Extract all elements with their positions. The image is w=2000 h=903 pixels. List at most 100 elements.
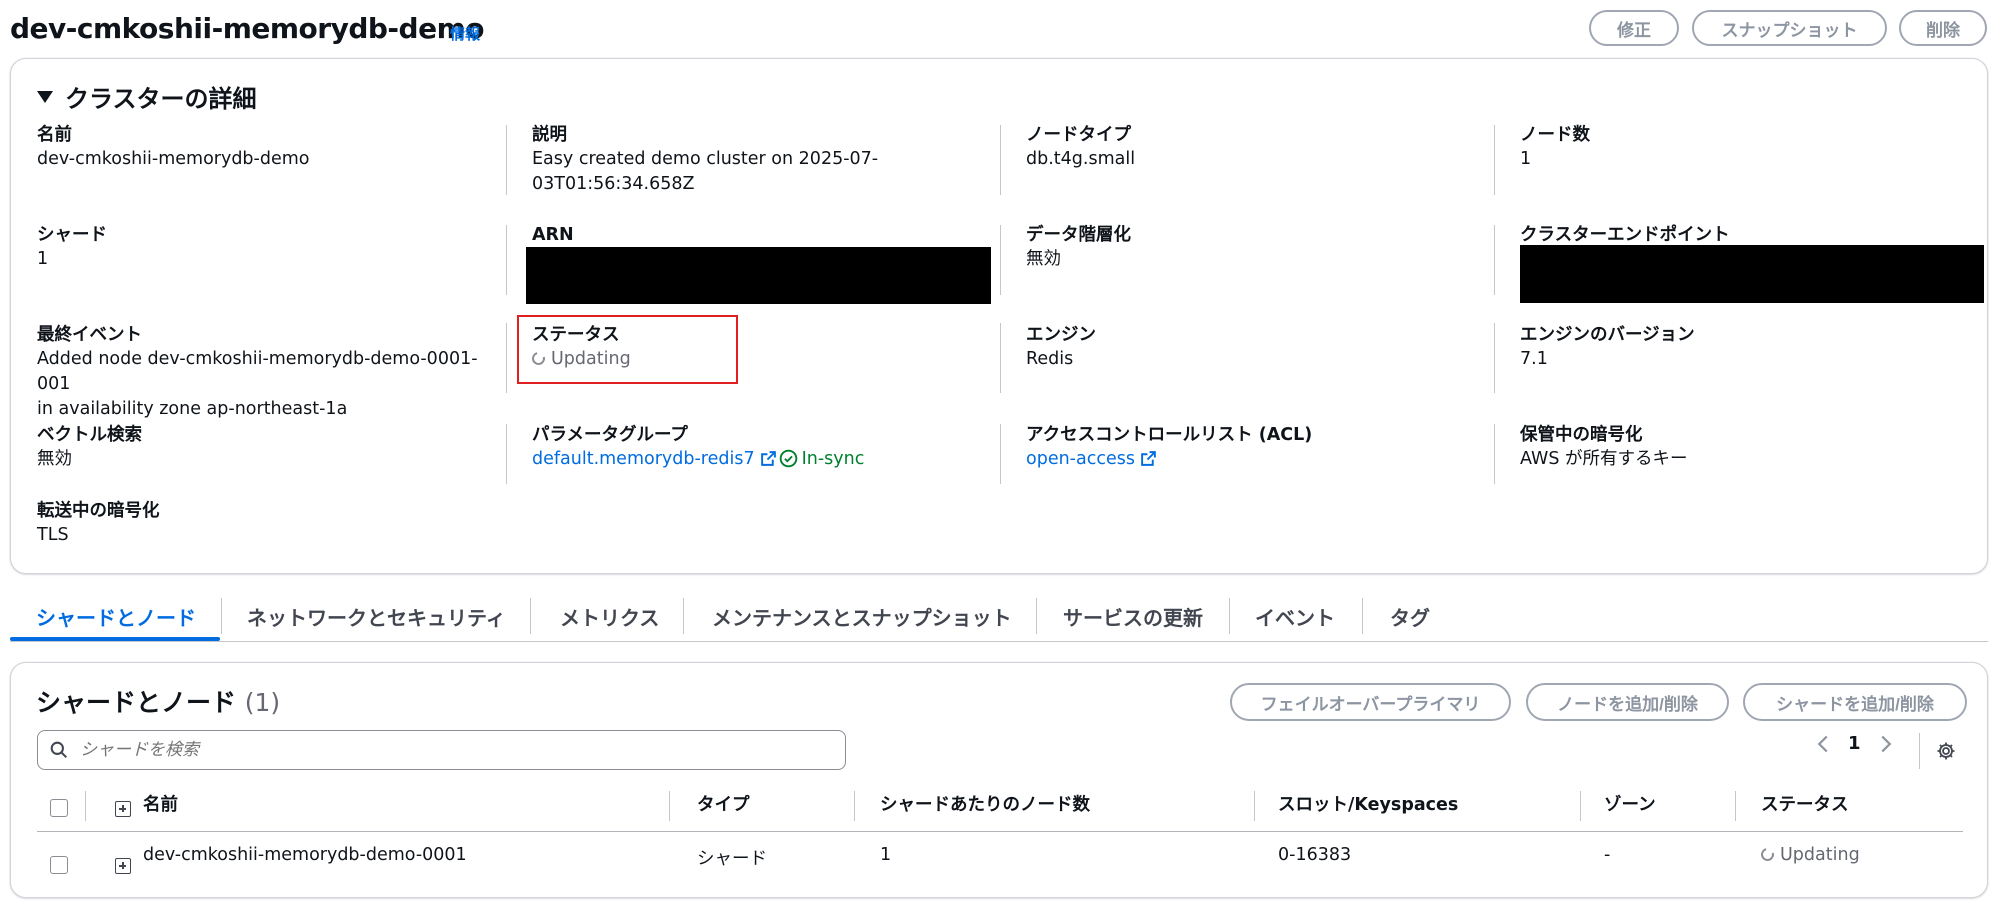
row-slots: 0-16383 (1278, 845, 1352, 865)
tab-maintenance-snapshots[interactable]: メンテナンスとスナップショット (712, 590, 1012, 642)
tab-tags[interactable]: タグ (1390, 590, 1430, 642)
failover-primary-button[interactable]: フェイルオーバープライマリ (1230, 683, 1511, 721)
field-label: エンジンのバージョン (1520, 325, 1695, 345)
data-tiering-value: 無効 (1026, 249, 1061, 269)
snapshot-button[interactable]: スナップショット (1692, 10, 1887, 46)
row-nodes-per-shard: 1 (880, 845, 892, 865)
modify-button[interactable]: 修正 (1589, 10, 1679, 46)
tab-service-updates[interactable]: サービスの更新 (1063, 590, 1203, 642)
shard-search-box[interactable] (37, 730, 846, 770)
field-label: ノードタイプ (1026, 125, 1131, 145)
engine-value: Redis (1026, 349, 1074, 369)
expand-all-icon[interactable] (115, 801, 131, 817)
field-description: 説明 Easy created demo cluster on 2025-07-… (532, 123, 1002, 197)
acl-value: open-access (1026, 447, 1496, 472)
field-vector-search: ベクトル検索 無効 (37, 423, 507, 472)
shards-count: (1) (244, 688, 281, 717)
tab-separator (1229, 598, 1230, 634)
page-header: dev-cmkoshii-memorydb-demo 情報 修正 スナップショッ… (10, 8, 1990, 50)
last-event-line-1: Added node dev-cmkoshii-memorydb-demo-00… (37, 349, 478, 394)
field-node-type: ノードタイプ db.t4g.small (1026, 123, 1496, 172)
shard-search-input[interactable] (80, 740, 820, 760)
spinner-icon (529, 349, 548, 368)
field-engine: エンジン Redis (1026, 323, 1496, 372)
success-check-icon (779, 449, 797, 468)
column-separator (1254, 791, 1255, 821)
current-page[interactable]: 1 (1848, 733, 1861, 754)
tab-metrics[interactable]: メトリクス (560, 590, 659, 642)
column-header-nodes-per-shard[interactable]: シャードあたりのノード数 (880, 791, 1090, 816)
vector-search-value: 無効 (37, 449, 72, 469)
caret-down-icon (37, 90, 53, 103)
delete-button[interactable]: 削除 (1899, 10, 1987, 46)
column-header-status[interactable]: ステータス (1761, 791, 1849, 816)
field-arn: ARN (532, 223, 1002, 247)
column-separator (669, 791, 670, 821)
field-label: 転送中の暗号化 (37, 501, 160, 521)
column-separator (1735, 791, 1736, 821)
row-shard-name: dev-cmkoshii-memorydb-demo-0001 (143, 845, 467, 865)
column-separator (85, 791, 86, 821)
add-remove-nodes-button[interactable]: ノードを追加/削除 (1526, 683, 1729, 721)
pager-divider (1919, 733, 1920, 769)
shards-value: 1 (37, 249, 49, 269)
field-name: 名前 dev-cmkoshii-memorydb-demo (37, 123, 507, 172)
field-shards: シャード 1 (37, 223, 507, 272)
select-all-checkbox[interactable] (50, 799, 68, 817)
field-label: 説明 (532, 125, 567, 145)
tab-shards-and-nodes[interactable]: シャードとノード (36, 590, 196, 642)
field-acl: アクセスコントロールリスト (ACL) open-access (1026, 423, 1496, 472)
row-status-text: Updating (1780, 845, 1860, 865)
field-data-tiering: データ階層化 無効 (1026, 223, 1496, 272)
row-type: シャード (697, 849, 767, 869)
search-icon (50, 741, 68, 759)
field-parameter-group: パラメータグループ default.memorydb-redis7 In-sync (532, 423, 1002, 472)
acl-link[interactable]: open-access (1026, 449, 1135, 469)
settings-gear-icon[interactable] (1936, 741, 1956, 761)
row-select-checkbox[interactable] (50, 856, 68, 874)
chevron-left-icon[interactable] (1816, 734, 1830, 754)
pagination: 1 (1816, 733, 1893, 754)
node-count-value: 1 (1520, 149, 1532, 169)
column-separator (1580, 791, 1581, 821)
row-zone: - (1604, 845, 1611, 865)
last-event-line-2: in availability zone ap-northeast-1a (37, 399, 348, 419)
field-label: ステータス (532, 325, 620, 345)
external-link-icon (760, 451, 776, 466)
info-link[interactable]: 情報 (450, 23, 480, 44)
add-remove-shards-button[interactable]: シャードを追加/削除 (1743, 683, 1967, 721)
shards-section-title: シャードとノード (1) (36, 683, 280, 719)
description-line-1: Easy created demo cluster on 2025-07- (532, 149, 879, 169)
chevron-right-icon[interactable] (1879, 734, 1893, 754)
status-text: Updating (551, 349, 631, 369)
column-header-name[interactable]: 名前 (143, 791, 178, 816)
tab-network-security[interactable]: ネットワークとセキュリティ (247, 590, 506, 642)
parameter-group-link[interactable]: default.memorydb-redis7 (532, 449, 755, 469)
spinner-icon (1758, 845, 1777, 864)
cluster-name-value: dev-cmkoshii-memorydb-demo (37, 149, 310, 169)
field-status: ステータス Updating (529, 323, 1002, 372)
shards-nodes-panel: シャードとノード (1) フェイルオーバープライマリ ノードを追加/削除 シャー… (10, 662, 1988, 898)
tab-events[interactable]: イベント (1255, 590, 1335, 642)
field-label: データ階層化 (1026, 225, 1131, 245)
field-label: ARN (532, 225, 574, 245)
field-label: アクセスコントロールリスト (ACL) (1026, 425, 1313, 445)
tab-separator (221, 598, 222, 634)
details-heading-toggle[interactable]: クラスターの詳細 (37, 79, 257, 114)
page-title: dev-cmkoshii-memorydb-demo (10, 12, 485, 45)
field-node-count: ノード数 1 (1520, 123, 1990, 172)
cluster-details-panel: クラスターの詳細 名前 dev-cmkoshii-memorydb-demo 説… (10, 58, 1988, 574)
field-cluster-endpoint: クラスターエンドポイント (1520, 223, 1990, 247)
tab-separator (1036, 598, 1037, 634)
arn-redacted (526, 247, 991, 304)
column-header-slots[interactable]: スロット/Keyspaces (1278, 791, 1458, 816)
field-encryption-at-rest: 保管中の暗号化 AWS が所有するキー (1520, 423, 1990, 472)
column-header-type[interactable]: タイプ (697, 791, 750, 816)
encryption-at-rest-value: AWS が所有するキー (1520, 449, 1688, 469)
row-expand-icon[interactable] (115, 858, 131, 874)
field-label: ノード数 (1520, 125, 1590, 145)
tab-bar: シャードとノード ネットワークとセキュリティ メトリクス メンテナンスとスナップ… (10, 590, 1988, 642)
active-tab-indicator (10, 637, 220, 641)
column-header-zone[interactable]: ゾーン (1604, 791, 1656, 816)
row-status: Updating (1758, 845, 1860, 865)
